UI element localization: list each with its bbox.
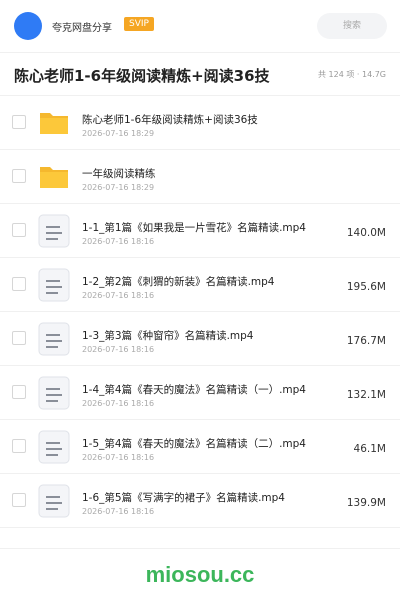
item-name: 1-2_第2篇《刺猬的新装》名篇精读.mp4 <box>82 276 275 288</box>
item-size: 139.9M <box>346 497 386 509</box>
item-size: 132.1M <box>346 389 386 401</box>
app-name: 夸克网盘分享 <box>52 23 112 34</box>
item-name: 1-4_第4篇《春天的魔法》名篇精读（一）.mp4 <box>82 384 306 396</box>
list-item[interactable]: 一年级阅读精练 2026-07-16 18:29 <box>0 150 400 204</box>
list-item[interactable]: 1-3_第3篇《种窗帘》名篇精读.mp4 2026-07-16 18:16 176.… <box>0 312 400 366</box>
item-date: 2026-07-16 18:16 <box>82 345 155 354</box>
item-count-stats: 共 124 项 · 14.7G <box>318 70 386 79</box>
list-item[interactable]: 1-5_第4篇《春天的魔法》名篇精读（二）.mp4 2026-07-16 18:1… <box>0 420 400 474</box>
file-list: 陈心老师1-6年级阅读精炼+阅读36技 2026-07-16 18:29 一年级阅读… <box>0 96 400 528</box>
item-name: 陈心老师1-6年级阅读精炼+阅读36技 <box>82 114 258 126</box>
checkbox[interactable] <box>12 169 26 183</box>
item-size: 176.7M <box>346 335 386 347</box>
watermark: miosou.cc <box>145 562 255 587</box>
folder-header: 陈心老师1-6年级阅读精炼+阅读36技 共 124 项 · 14.7G <box>0 53 400 96</box>
folder-icon <box>38 160 70 192</box>
checkbox[interactable] <box>12 223 26 237</box>
checkbox[interactable] <box>12 115 26 129</box>
item-date: 2026-07-16 18:16 <box>82 237 155 246</box>
svip-badge: SVIP <box>124 17 154 31</box>
document-icon <box>38 430 70 464</box>
list-item[interactable]: 1-1_第1篇《如果我是一片雪花》名篇精读.mp4 2026-07-16 18:1… <box>0 204 400 258</box>
item-name: 1-1_第1篇《如果我是一片雪花》名篇精读.mp4 <box>82 222 306 234</box>
item-size: 195.6M <box>346 281 386 293</box>
checkbox[interactable] <box>12 385 26 399</box>
document-icon <box>38 484 70 518</box>
checkbox[interactable] <box>12 493 26 507</box>
list-item[interactable]: 1-6_第5篇《写满字的裙子》名篇精读.mp4 2026-07-16 18:16 1… <box>0 474 400 528</box>
list-item[interactable]: 1-2_第2篇《刺猬的新装》名篇精读.mp4 2026-07-16 18:16 19… <box>0 258 400 312</box>
checkbox[interactable] <box>12 331 26 345</box>
document-icon <box>38 376 70 410</box>
document-icon <box>38 214 70 248</box>
document-icon <box>38 268 70 302</box>
list-item[interactable]: 陈心老师1-6年级阅读精炼+阅读36技 2026-07-16 18:29 <box>0 96 400 150</box>
list-item[interactable]: 1-4_第4篇《春天的魔法》名篇精读（一）.mp4 2026-07-16 18:1… <box>0 366 400 420</box>
avatar[interactable] <box>14 12 42 40</box>
item-name: 1-3_第3篇《种窗帘》名篇精读.mp4 <box>82 330 254 342</box>
checkbox[interactable] <box>12 277 26 291</box>
item-size: 46.1M <box>353 443 386 455</box>
item-date: 2026-07-16 18:16 <box>82 453 155 462</box>
item-date: 2026-07-16 18:16 <box>82 291 155 300</box>
item-date: 2026-07-16 18:16 <box>82 507 155 516</box>
item-size: 140.0M <box>346 227 386 239</box>
checkbox[interactable] <box>12 439 26 453</box>
top-bar: 夸克网盘分享 SVIP 搜索 <box>0 0 400 53</box>
divider <box>0 548 400 549</box>
item-date: 2026-07-16 18:29 <box>82 129 155 138</box>
document-icon <box>38 322 70 356</box>
page-title: 陈心老师1-6年级阅读精炼+阅读36技 <box>14 67 270 85</box>
item-name: 1-5_第4篇《春天的魔法》名篇精读（二）.mp4 <box>82 438 306 450</box>
search-button[interactable]: 搜索 <box>317 13 387 39</box>
item-name: 1-6_第5篇《写满字的裙子》名篇精读.mp4 <box>82 492 285 504</box>
folder-icon <box>38 106 70 138</box>
item-name: 一年级阅读精练 <box>82 168 156 180</box>
item-date: 2026-07-16 18:16 <box>82 399 155 408</box>
item-date: 2026-07-16 18:29 <box>82 183 155 192</box>
